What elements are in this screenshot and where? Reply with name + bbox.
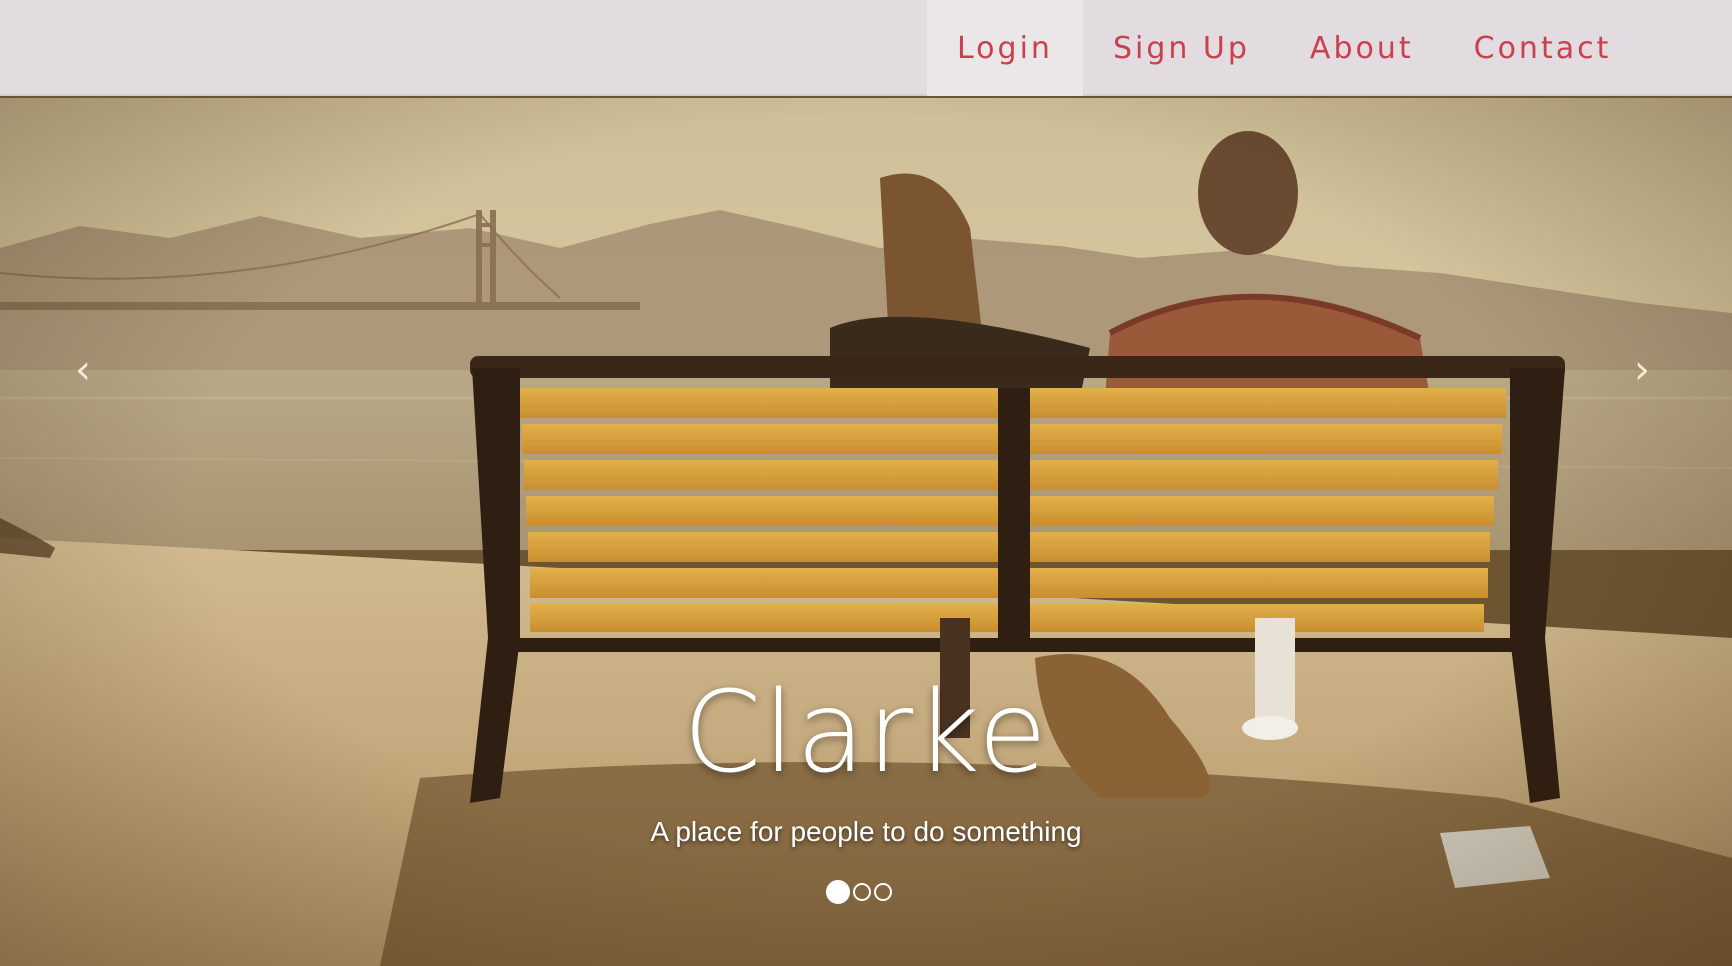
- hero-carousel: ‹ › Clarke A place for people to do some…: [0, 98, 1732, 966]
- carousel-indicator-3[interactable]: [874, 883, 892, 901]
- nav-login-link[interactable]: Login: [927, 0, 1083, 96]
- carousel-indicator-1[interactable]: [826, 880, 850, 904]
- hero-subtitle: A place for people to do something: [650, 816, 1082, 847]
- nav-about-link[interactable]: About: [1280, 0, 1444, 96]
- carousel-indicators: [826, 880, 892, 904]
- carousel-next-button[interactable]: ›: [1617, 330, 1667, 410]
- chevron-right-icon: ›: [1634, 347, 1650, 393]
- top-navbar: Login Sign Up About Contact: [0, 0, 1732, 96]
- hero-title: Clarke: [683, 668, 1049, 798]
- chevron-left-icon: ‹: [75, 347, 91, 393]
- carousel-indicator-2[interactable]: [853, 883, 871, 901]
- nav-signup-link[interactable]: Sign Up: [1083, 0, 1280, 96]
- carousel-prev-button[interactable]: ‹: [58, 330, 108, 410]
- nav-menu: Login Sign Up About Contact: [927, 0, 1641, 96]
- nav-contact-link[interactable]: Contact: [1444, 0, 1642, 96]
